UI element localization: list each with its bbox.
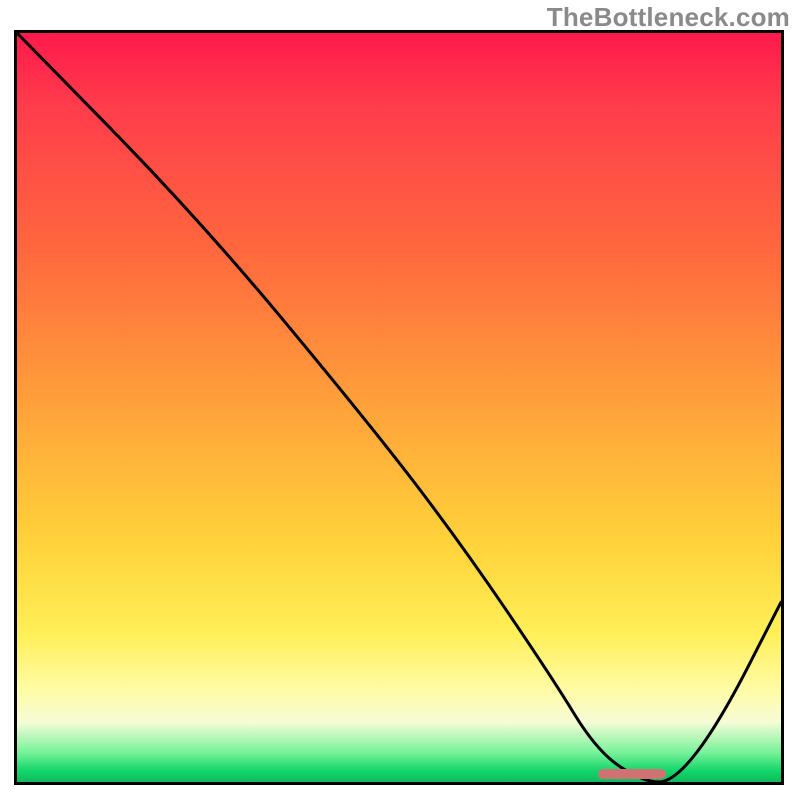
watermark-text: TheBottleneck.com — [547, 2, 790, 33]
chart-canvas: TheBottleneck.com — [0, 0, 800, 800]
curve-path — [17, 33, 781, 782]
optimum-range-marker — [598, 769, 667, 779]
bottleneck-curve — [17, 33, 781, 782]
plot-frame — [14, 30, 784, 785]
